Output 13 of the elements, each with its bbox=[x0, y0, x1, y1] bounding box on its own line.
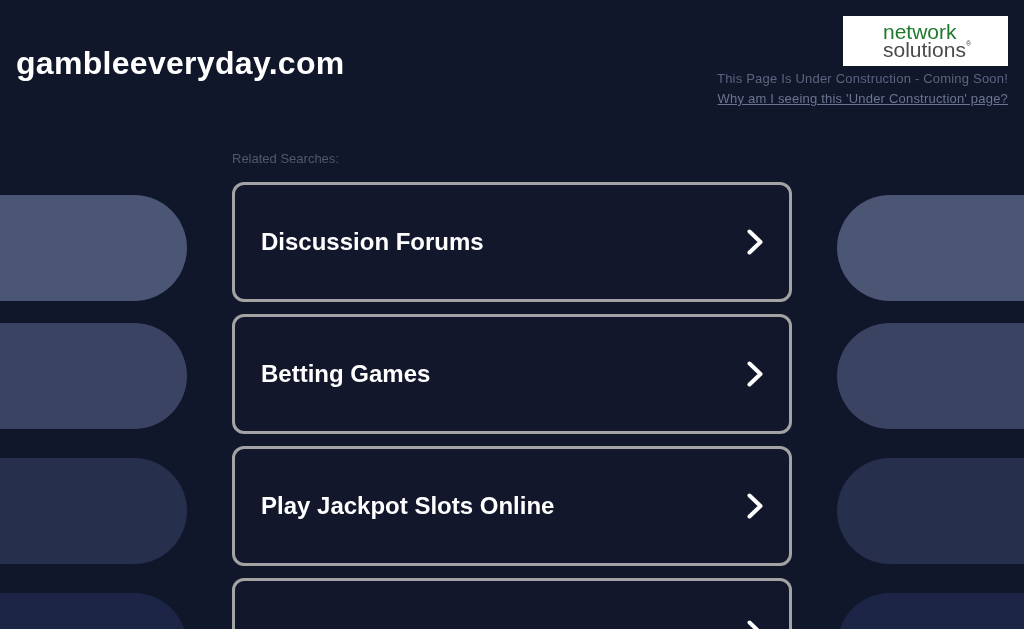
site-domain: gambleeveryday.com bbox=[16, 45, 345, 81]
section-heading: Related Searches: bbox=[232, 151, 339, 166]
info-link[interactable]: Why am I seeing this 'Under Construction' page? bbox=[717, 91, 1008, 106]
logo-text: network bbox=[883, 23, 957, 40]
logo-text: solutions$^{®}$ bbox=[883, 40, 972, 59]
search-link[interactable]: Betting Games bbox=[232, 314, 792, 434]
chevron-right-icon bbox=[747, 493, 763, 519]
chevron-right-icon bbox=[747, 229, 763, 255]
notice-text: This Page Is Under Construction - Coming Soon! bbox=[717, 71, 1008, 86]
search-link[interactable]: Discussion Forums bbox=[232, 182, 792, 302]
chevron-right-icon bbox=[747, 361, 763, 387]
logo-link[interactable]: network solutions$^{®}$ bbox=[843, 16, 1008, 66]
search-link[interactable]: Play Jackpot Slots Online bbox=[232, 446, 792, 566]
